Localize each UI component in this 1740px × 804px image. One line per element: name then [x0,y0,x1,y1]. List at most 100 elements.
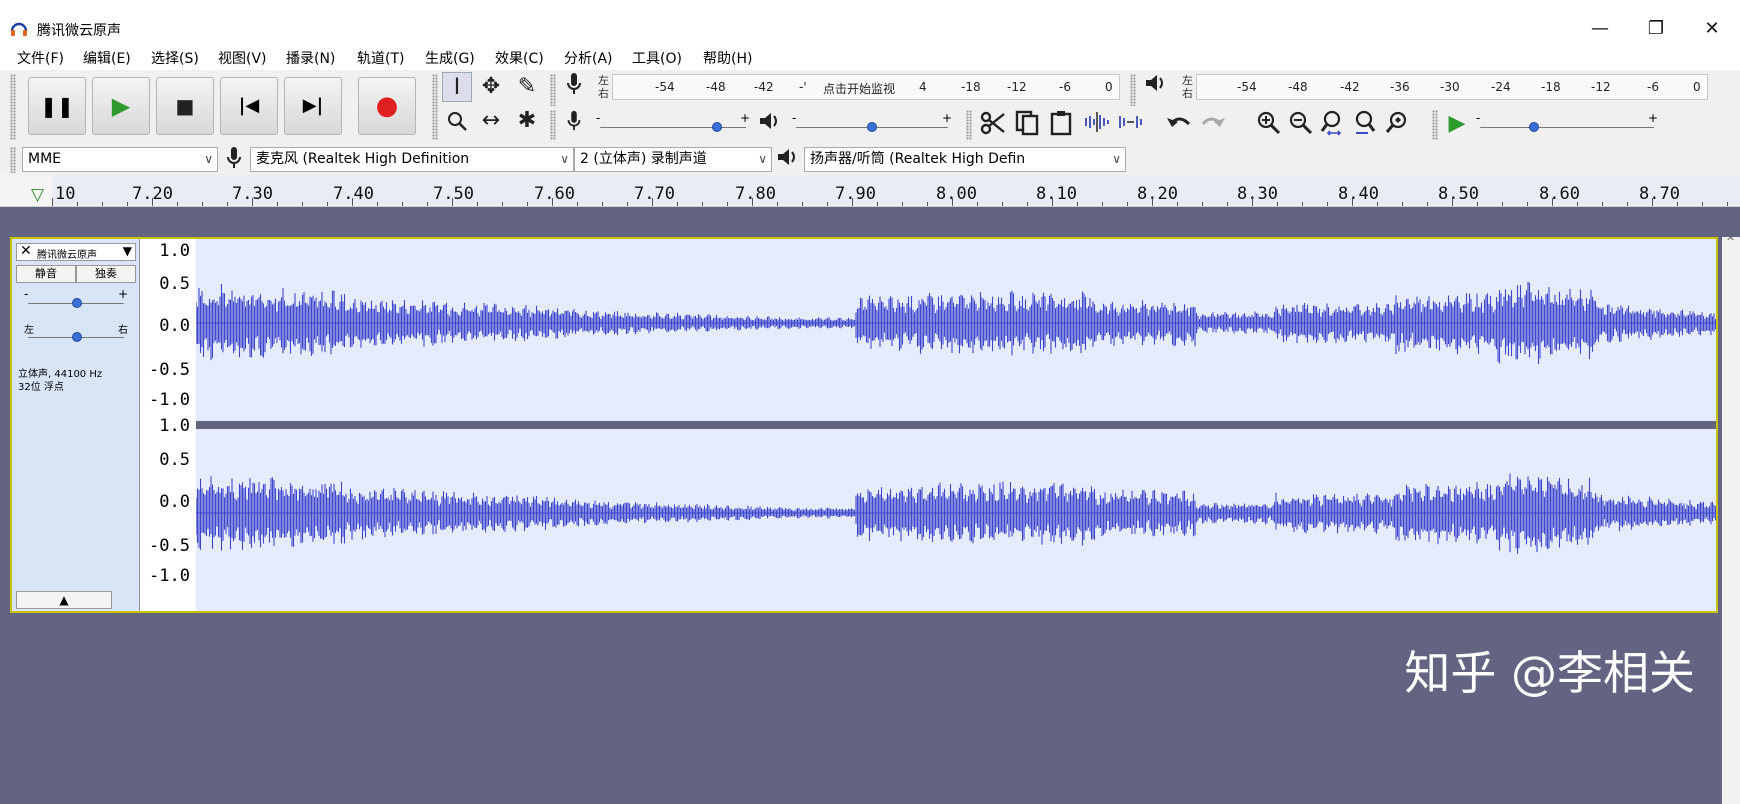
collapse-track-button[interactable]: ▲ [16,591,112,609]
toolbar-grip[interactable] [10,147,16,173]
skip-to-end-button[interactable]: ▶| [284,77,342,135]
playback-volume-slider[interactable]: - + [792,111,952,135]
left-channel[interactable] [195,239,1717,421]
slider-thumb[interactable] [1529,122,1540,132]
meter-tick: -12 [1007,80,1027,94]
left-channel-waveform[interactable] [195,239,1717,421]
pause-button[interactable]: ❚❚ [28,77,86,135]
minimize-button[interactable]: — [1580,14,1620,44]
menu-transport[interactable]: 播录(N) [286,48,335,68]
right-channel-waveform[interactable] [195,429,1717,611]
silence-audio-icon[interactable] [1116,110,1146,141]
play-head-icon[interactable]: ▽ [31,185,44,205]
menu-view[interactable]: 视图(V) [218,48,267,68]
audio-host-select[interactable]: MME ∨ [22,147,218,172]
mute-button[interactable]: 静音 [16,265,76,283]
audio-track[interactable]: ✕ 腾讯微云原声 ▼ 静音 独奏 - + 左 右 立体声, 44100 Hz 3… [10,237,1718,613]
waveform-area[interactable] [195,239,1717,611]
close-button[interactable]: ✕ [1692,14,1732,44]
menu-effect[interactable]: 效果(C) [495,48,544,68]
recording-device-select[interactable]: 麦克风 (Realtek High Definition ∨ [250,147,574,172]
scroll-up-icon[interactable]: ^ [1726,235,1735,248]
slider-thumb[interactable] [72,332,82,342]
menu-select[interactable]: 选择(S) [151,48,199,68]
fit-project-icon[interactable] [1350,110,1380,143]
skip-to-start-button[interactable]: |◀ [220,77,278,135]
multi-tool-icon[interactable]: ✱ [512,106,542,136]
recording-channels-select[interactable]: 2 (立体声) 录制声道 ∨ [574,147,772,172]
right-channel[interactable] [195,429,1717,611]
track-name-bar[interactable]: ✕ 腾讯微云原声 ▼ [16,243,136,261]
timeline-ruler[interactable]: ▽ 10 7.20 7.30 7.40 7.50 7.60 7.70 7.80 … [0,175,1740,207]
zoom-toggle-icon[interactable] [1382,110,1412,143]
menu-file[interactable]: 文件(F) [17,48,64,68]
solo-button[interactable]: 独奏 [76,265,136,283]
track-panel[interactable]: ✕ 腾讯微云原声 ▼ 静音 独奏 - + 左 右 立体声, 44100 Hz 3… [0,207,1740,804]
play-button[interactable]: ▶ [92,77,150,135]
zoom-out-icon[interactable] [1286,110,1316,143]
pan-slider[interactable]: 左 右 [24,325,128,345]
slider-thumb[interactable] [711,122,722,132]
timeline-ruler-bar[interactable] [52,175,1740,205]
redo-icon[interactable] [1198,110,1228,139]
toolbar-grip[interactable] [1130,74,1136,106]
slider-min-label: - [24,287,29,301]
menu-help[interactable]: 帮助(H) [703,48,752,68]
track-name[interactable]: 腾讯微云原声 [37,246,97,261]
cut-icon[interactable] [978,110,1008,143]
start-monitoring-label[interactable]: 点击开始监视 [823,80,895,97]
paste-icon[interactable] [1046,110,1076,143]
meter-tick: -42 [1340,80,1360,94]
track-menu-arrow-icon[interactable]: ▼ [123,244,132,258]
slider-thumb[interactable] [72,298,82,308]
vertical-amplitude-ruler[interactable]: 1.0 0.5 0.0 -0.5 -1.0 1.0 0.5 0.0 -0.5 -… [140,239,196,611]
toolbar-grip[interactable] [550,110,556,140]
zoom-in-icon[interactable] [1254,110,1284,143]
scale-label: 0.5 [159,450,190,470]
trim-audio-icon[interactable] [1082,110,1112,141]
vertical-scrollbar[interactable]: ^ [1722,235,1740,804]
envelope-tool-icon[interactable]: ✥ [476,72,506,102]
stop-button[interactable]: ■ [156,77,214,135]
ruler-tick [1452,198,1453,206]
speaker-icon[interactable] [1142,72,1170,101]
copy-icon[interactable] [1012,110,1042,143]
toolbar-grip[interactable] [550,74,556,106]
ruler-tick [1127,202,1128,206]
selection-tool-icon[interactable]: I [442,72,472,102]
menu-edit[interactable]: 编辑(E) [83,48,131,68]
fit-selection-icon[interactable] [1318,110,1348,143]
ruler-tick [877,202,878,206]
play-at-speed-icon[interactable]: ▶ [1442,110,1472,138]
toolbar-grip[interactable] [966,110,972,140]
restore-button[interactable]: ❐ [1636,14,1676,44]
ruler-tick [1277,202,1278,206]
playback-meter[interactable]: -54 -48 -42 -36 -30 -24 -18 -12 -6 0 [1196,74,1708,100]
toolbar-grip[interactable] [1432,110,1438,140]
toolbar-grip[interactable] [432,74,438,140]
menu-generate[interactable]: 生成(G) [425,48,475,68]
play-at-speed-slider[interactable]: - + [1476,111,1658,135]
record-button[interactable]: ● [358,77,416,135]
meter-tick: -54 [655,80,675,94]
menu-analyze[interactable]: 分析(A) [564,48,613,68]
recording-channels-value: 2 (立体声) 录制声道 [580,151,707,167]
close-track-icon[interactable]: ✕ [20,243,32,259]
slider-max-label: + [1647,111,1658,125]
recording-volume-slider[interactable]: - + [596,111,750,135]
microphone-icon[interactable] [562,72,586,103]
audacity-window: 腾讯微云原声 — ❐ ✕ 文件(F) 编辑(E) 选择(S) 视图(V) 播录(… [0,0,1740,804]
draw-tool-icon[interactable]: ✎ [512,72,542,102]
gain-slider[interactable]: - + [24,287,128,311]
menu-tools[interactable]: 工具(O) [632,48,682,68]
undo-icon[interactable] [1164,110,1194,139]
window-title: 腾讯微云原声 [37,23,121,39]
timeshift-tool-icon[interactable]: ↔ [476,106,506,136]
menu-tracks[interactable]: 轨道(T) [357,48,404,68]
playback-device-select[interactable]: 扬声器/听筒 (Realtek High Defin ∨ [804,147,1126,172]
record-meter[interactable]: -54 -48 -42 -' 点击开始监视 4 -18 -12 -6 0 [612,74,1120,100]
slider-thumb[interactable] [867,122,877,132]
toolbar-grip[interactable] [10,74,16,140]
ruler-tick [1302,202,1303,206]
zoom-tool-icon[interactable] [442,106,472,136]
